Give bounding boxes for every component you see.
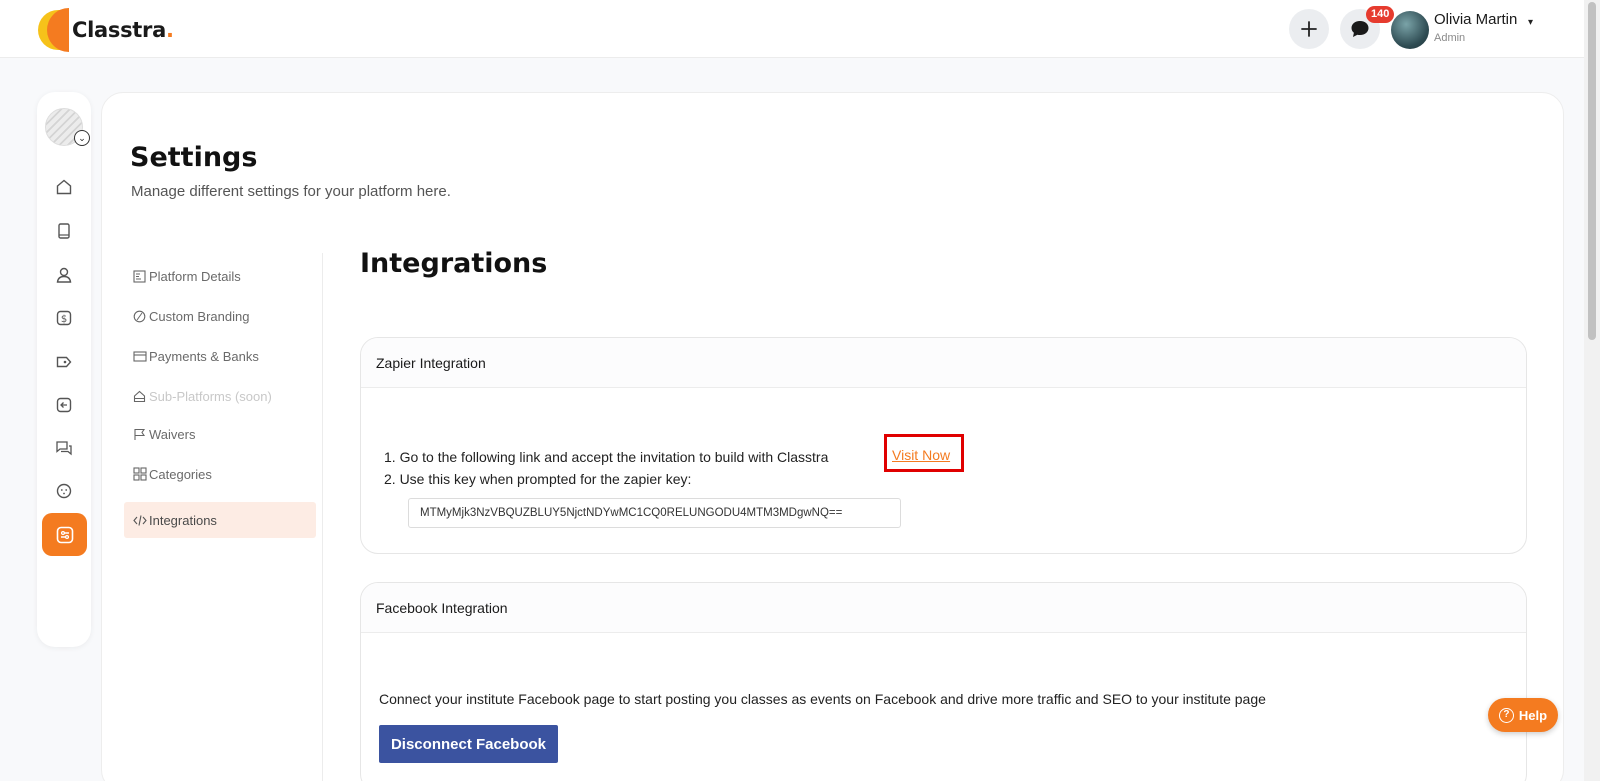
nav-item-label: Custom Branding bbox=[149, 308, 250, 324]
help-button[interactable]: ? Help bbox=[1488, 698, 1558, 732]
nav-item-label: Waivers bbox=[149, 426, 196, 442]
home-icon bbox=[132, 389, 147, 404]
brand-name: Classtra bbox=[72, 18, 166, 42]
brand-logo[interactable]: Classtra. bbox=[38, 8, 174, 52]
chevron-down-icon[interactable]: ▾ bbox=[1528, 17, 1533, 28]
book-icon[interactable] bbox=[53, 220, 75, 242]
scroll-thumb[interactable] bbox=[1588, 2, 1596, 340]
nav-item-label: Categories bbox=[149, 466, 212, 482]
user-icon[interactable] bbox=[53, 264, 75, 286]
left-rail: ⌄ $ bbox=[37, 92, 91, 647]
code-icon bbox=[132, 513, 147, 528]
user-role: Admin bbox=[1434, 32, 1466, 44]
card-title: Facebook Integration bbox=[361, 583, 1526, 633]
nav-item-waivers[interactable]: Waivers bbox=[124, 416, 316, 452]
nav-item-custom-branding[interactable]: Custom Branding bbox=[124, 298, 316, 334]
help-label: Help bbox=[1518, 707, 1548, 723]
visit-now-link[interactable]: Visit Now bbox=[892, 447, 950, 463]
page-subtitle: Manage different settings for your platf… bbox=[131, 183, 451, 200]
nav-item-integrations[interactable]: Integrations bbox=[124, 502, 316, 538]
nav-item-label: Platform Details bbox=[149, 268, 241, 284]
nav-divider bbox=[322, 253, 323, 781]
nav-item-label: Integrations bbox=[149, 512, 217, 528]
notification-badge: 140 bbox=[1366, 6, 1395, 23]
card-title: Zapier Integration bbox=[361, 338, 1526, 388]
nav-item-label: Sub-Platforms (soon) bbox=[149, 388, 272, 404]
section-title: Integrations bbox=[360, 248, 548, 279]
settings-icon bbox=[56, 526, 73, 543]
nav-item-label: Payments & Banks bbox=[149, 348, 259, 364]
logo-mark-icon bbox=[38, 8, 69, 52]
palette-icon bbox=[132, 309, 147, 324]
svg-text:$: $ bbox=[61, 314, 67, 325]
page-scrollbar[interactable] bbox=[1584, 0, 1600, 781]
page-title: Settings bbox=[130, 142, 258, 173]
chat-bubble-icon bbox=[1351, 21, 1369, 37]
zapier-step-1: 1. Go to the following link and accept t… bbox=[384, 449, 829, 465]
home-icon[interactable] bbox=[53, 176, 75, 198]
tag-icon[interactable] bbox=[53, 351, 75, 373]
zapier-step-2: 2. Use this key when prompted for the za… bbox=[384, 471, 692, 487]
disconnect-facebook-button[interactable]: Disconnect Facebook bbox=[379, 725, 558, 763]
nav-item-payments-banks[interactable]: Payments & Banks bbox=[124, 338, 316, 374]
smiley-icon[interactable] bbox=[53, 480, 75, 502]
chevron-down-icon[interactable]: ⌄ bbox=[74, 130, 90, 146]
nav-item-sub-platforms: Sub-Platforms (soon) bbox=[124, 378, 316, 414]
brand-dot: . bbox=[165, 18, 174, 42]
settings-rail-button[interactable] bbox=[42, 513, 87, 556]
exit-icon[interactable] bbox=[53, 394, 75, 416]
user-name[interactable]: Olivia Martin bbox=[1434, 11, 1517, 28]
dollar-icon[interactable]: $ bbox=[53, 307, 75, 329]
add-button[interactable] bbox=[1289, 9, 1329, 49]
grid-icon bbox=[132, 467, 147, 482]
plus-icon bbox=[1301, 21, 1317, 37]
nav-item-categories[interactable]: Categories bbox=[124, 456, 316, 492]
zapier-key-field[interactable]: MTMyMjk3NzVBQUZBLUY5NjctNDYwMC1CQ0RELUNG… bbox=[408, 498, 901, 528]
facebook-description: Connect your institute Facebook page to … bbox=[379, 691, 1266, 707]
user-avatar[interactable] bbox=[1391, 11, 1429, 49]
flag-icon bbox=[132, 427, 147, 442]
messages-icon[interactable] bbox=[53, 437, 75, 459]
form-icon bbox=[132, 269, 147, 284]
card-icon bbox=[132, 349, 147, 364]
nav-item-platform-details[interactable]: Platform Details bbox=[124, 258, 316, 294]
question-icon: ? bbox=[1498, 707, 1514, 723]
